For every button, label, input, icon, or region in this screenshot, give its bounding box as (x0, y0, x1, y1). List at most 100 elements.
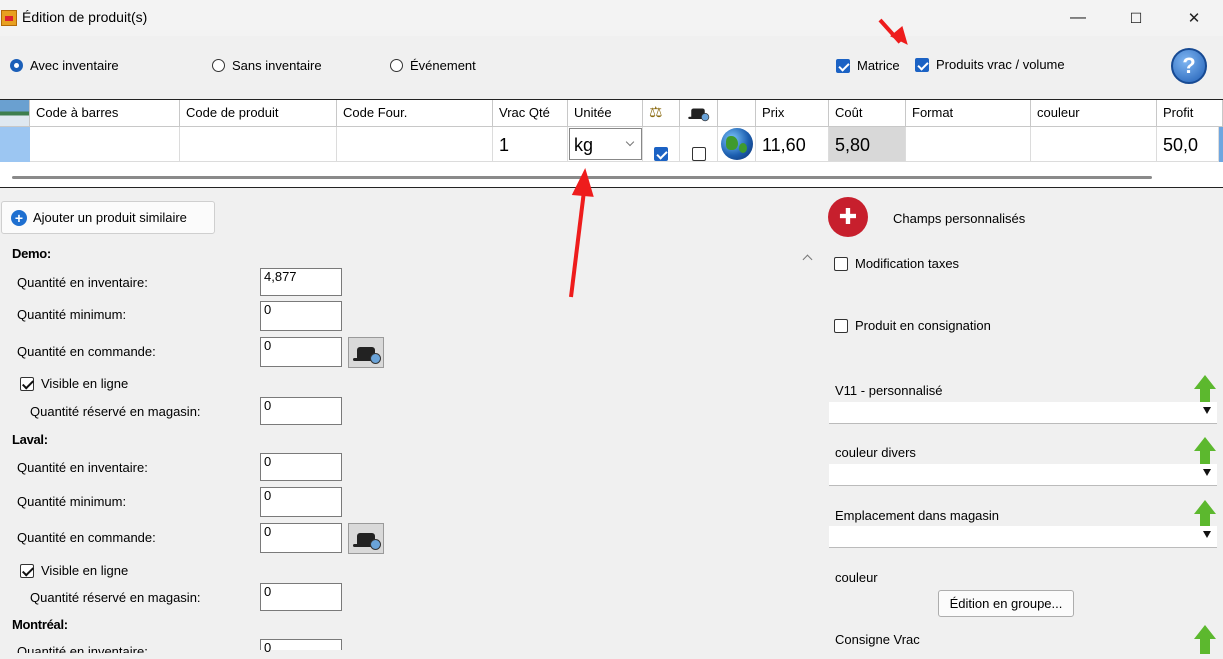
laval-visible-en-ligne-checkbox[interactable]: Visible en ligne (20, 563, 128, 578)
laval-qte-commande-input[interactable]: 0 (260, 523, 342, 553)
cell-format[interactable] (906, 127, 1031, 162)
unitee-value: kg (574, 135, 594, 155)
label-qte-minimum: Quantité minimum: (17, 494, 127, 509)
add-similar-product-button[interactable]: + Ajouter un produit similaire (1, 201, 215, 234)
checkbox-checked-icon (654, 147, 668, 161)
radio-evenement[interactable]: Événement (390, 58, 476, 73)
row-edge (1219, 127, 1223, 162)
balance-checkbox[interactable] (643, 127, 680, 162)
cell-code-four[interactable] (337, 127, 493, 162)
title-bar (0, 0, 1223, 36)
cell-code-barres[interactable] (30, 127, 180, 162)
checkbox-checked-icon (915, 57, 929, 72)
cell-code-produit[interactable] (180, 127, 337, 162)
checkbox-checked-icon (20, 376, 34, 391)
plus-icon: + (11, 209, 27, 226)
demo-qte-commande-input[interactable]: 0 (260, 337, 342, 367)
matrice-checkbox[interactable]: Matrice (836, 58, 900, 73)
column-header[interactable]: Code à barres (30, 100, 180, 127)
column-header[interactable]: Code de produit (180, 100, 337, 127)
modification-taxes-checkbox[interactable]: Modification taxes (834, 256, 959, 271)
store-name-montreal: Montréal: (12, 617, 68, 632)
green-up-arrow-icon[interactable] (1194, 437, 1216, 467)
field-label-v11: V11 - personnalisé (835, 383, 943, 398)
radio-empty-icon (390, 59, 403, 72)
order-lookup-button[interactable] (348, 523, 384, 554)
column-header[interactable]: Format (906, 100, 1031, 127)
checkbox-checked-icon (20, 563, 34, 578)
demo-qte-inventaire-input[interactable]: 4,877 (260, 268, 342, 296)
label-qte-minimum: Quantité minimum: (17, 307, 127, 322)
column-header[interactable]: Prix (756, 100, 829, 127)
field-label-emplacement: Emplacement dans magasin (835, 508, 1000, 523)
dropdown-arrow-icon (1203, 531, 1211, 538)
group-edit-button[interactable]: Édition en groupe... (938, 590, 1074, 617)
column-header[interactable]: Coût (829, 100, 906, 127)
checkbox-checked-icon (836, 58, 850, 73)
close-button[interactable]: ✕ (1171, 0, 1217, 36)
minimize-button[interactable]: — (1055, 0, 1101, 36)
v11-dropdown[interactable] (829, 402, 1217, 424)
checkbox-label: Produits vrac / volume (936, 57, 1065, 72)
demo-visible-en-ligne-checkbox[interactable]: Visible en ligne (20, 376, 128, 391)
checkbox-empty-icon (834, 318, 848, 333)
radio-avec-inventaire[interactable]: Avec inventaire (10, 58, 119, 73)
label-qte-reserve: Quantité réservé en magasin: (30, 590, 201, 605)
demo-qte-reserve-input[interactable]: 0 (260, 397, 342, 425)
globe-icon[interactable] (718, 127, 756, 162)
chevron-down-icon (625, 137, 635, 147)
field-label-consigne-vrac: Consigne Vrac (835, 632, 920, 647)
cell-prix[interactable]: 11,60 (756, 127, 829, 162)
laval-qte-reserve-input[interactable]: 0 (260, 583, 342, 611)
column-header[interactable]: couleur (1031, 100, 1157, 127)
product-grid: Code à barres Code de produit Code Four.… (0, 99, 1223, 188)
maximize-button[interactable]: ☐ (1113, 0, 1159, 36)
balance-icon: ⚖ (643, 100, 680, 127)
montreal-qte-inventaire-input[interactable]: 0 (260, 639, 342, 655)
label-qte-inventaire: Quantité en inventaire: (17, 275, 148, 290)
radio-sans-inventaire[interactable]: Sans inventaire (212, 58, 322, 73)
cell-profit[interactable]: 50,0 (1157, 127, 1219, 162)
cell-couleur[interactable] (1031, 127, 1157, 162)
window-title: Édition de produit(s) (22, 9, 148, 25)
column-header[interactable]: Code Four. (337, 100, 493, 127)
puzzle-icon[interactable]: ✚ (828, 197, 868, 237)
label-qte-commande: Quantité en commande: (17, 530, 156, 545)
radio-selected-icon (10, 59, 23, 72)
hat-search-icon (353, 532, 381, 550)
radio-label: Sans inventaire (232, 58, 322, 73)
cell-cout: 5,80 (829, 127, 906, 162)
column-header[interactable]: Vrac Qté (493, 100, 568, 127)
button-label: Ajouter un produit similaire (33, 210, 187, 225)
checkbox-label: Visible en ligne (41, 563, 129, 578)
chevron-up-icon[interactable] (802, 254, 813, 265)
label-qte-reserve: Quantité réservé en magasin: (30, 404, 201, 419)
unitee-dropdown[interactable]: kg (568, 127, 643, 162)
vrac-volume-checkbox[interactable]: Produits vrac / volume (915, 57, 1065, 72)
hat-icon (680, 100, 718, 127)
laval-qte-minimum-input[interactable]: 0 (260, 487, 342, 517)
row-selector[interactable] (0, 127, 30, 162)
store-name-demo: Demo: (12, 246, 51, 261)
checkbox-label: Visible en ligne (41, 376, 129, 391)
column-header[interactable]: Profit (1157, 100, 1223, 127)
consignation-checkbox[interactable]: Produit en consignation (834, 318, 991, 333)
emplacement-dropdown[interactable] (829, 526, 1217, 548)
laval-qte-inventaire-input[interactable]: 0 (260, 453, 342, 481)
hat-checkbox[interactable] (680, 127, 718, 162)
checkbox-label: Modification taxes (855, 256, 960, 271)
radio-empty-icon (212, 59, 225, 72)
couleur-divers-dropdown[interactable] (829, 464, 1217, 486)
cell-vrac-qte[interactable]: 1 (493, 127, 568, 162)
checkbox-label: Matrice (857, 58, 900, 73)
field-label-couleur: couleur (835, 570, 878, 585)
column-header (718, 100, 756, 127)
green-up-arrow-icon[interactable] (1194, 625, 1216, 655)
label-qte-inventaire: Quantité en inventaire: (17, 644, 148, 659)
column-header[interactable]: Unitée (568, 100, 643, 127)
green-up-arrow-icon[interactable] (1194, 375, 1216, 405)
order-lookup-button[interactable] (348, 337, 384, 368)
help-icon[interactable]: ? (1171, 48, 1207, 84)
checkbox-empty-icon (692, 147, 706, 161)
demo-qte-minimum-input[interactable]: 0 (260, 301, 342, 331)
